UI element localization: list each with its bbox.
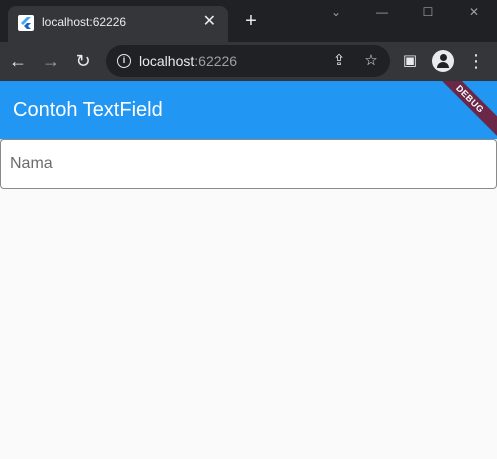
- profile-avatar-icon[interactable]: [432, 50, 454, 72]
- browser-menu-icon[interactable]: ⋮: [465, 50, 487, 72]
- flutter-favicon-icon: [18, 15, 34, 31]
- bookmark-star-icon[interactable]: ☆: [362, 52, 380, 70]
- minimize-button[interactable]: —: [368, 4, 396, 20]
- forward-button[interactable]: →: [40, 50, 62, 72]
- name-textfield[interactable]: [0, 139, 497, 189]
- site-info-icon[interactable]: i: [117, 54, 131, 68]
- browser-toolbar: ← → ↻ i localhost:62226 ⇪ ☆ ▣ ⋮: [0, 42, 497, 81]
- address-bar[interactable]: i localhost:62226 ⇪ ☆: [106, 45, 390, 77]
- page-title: Contoh TextField: [13, 99, 163, 121]
- back-button[interactable]: ←: [7, 50, 29, 72]
- browser-tab[interactable]: localhost:62226 ✕: [8, 6, 228, 42]
- browser-tab-strip: localhost:62226 ✕ + ⌄ — ☐ ✕: [0, 0, 497, 42]
- tab-close-icon[interactable]: ✕: [203, 13, 216, 31]
- side-panel-icon[interactable]: ▣: [399, 50, 421, 72]
- share-icon[interactable]: ⇪: [330, 52, 348, 70]
- new-tab-button[interactable]: +: [240, 10, 262, 32]
- address-url: localhost:62226: [139, 53, 238, 69]
- name-input[interactable]: [1, 140, 496, 188]
- reload-button[interactable]: ↻: [72, 50, 94, 72]
- tab-search-chevron-icon[interactable]: ⌄: [322, 4, 350, 20]
- maximize-button[interactable]: ☐: [414, 4, 442, 20]
- app-bar: Contoh TextField DEBUG: [0, 81, 497, 139]
- debug-banner: DEBUG: [426, 81, 497, 139]
- tab-title: localhost:62226: [42, 15, 127, 29]
- window-close-button[interactable]: ✕: [460, 4, 488, 20]
- page-body: [0, 189, 497, 459]
